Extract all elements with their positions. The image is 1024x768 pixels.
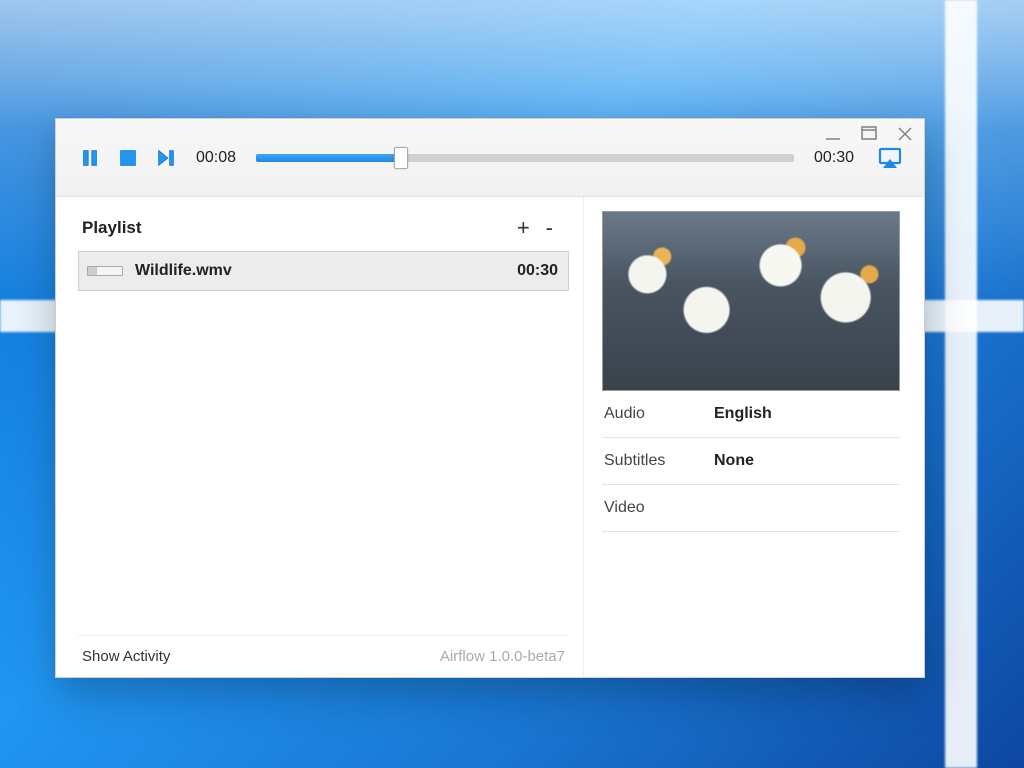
video-row[interactable]: Video <box>602 485 900 532</box>
show-activity-link[interactable]: Show Activity <box>82 648 170 665</box>
toolbar: 00:08 00:30 <box>56 119 924 197</box>
seek-track <box>256 154 794 162</box>
playlist-footer: Show Activity Airflow 1.0.0-beta7 <box>78 635 569 669</box>
playlist-item[interactable]: Wildlife.wmv 00:30 <box>78 251 569 291</box>
airplay-button[interactable] <box>876 144 904 172</box>
item-progress <box>87 266 123 276</box>
item-progress-fill <box>88 267 97 275</box>
item-duration: 00:30 <box>517 262 558 280</box>
video-label: Video <box>604 499 714 517</box>
pause-button[interactable] <box>76 144 104 172</box>
playlist-remove-button[interactable]: - <box>538 217 561 239</box>
stop-button[interactable] <box>114 144 142 172</box>
playlist-header: Playlist + - <box>78 211 569 245</box>
desktop-beam-vertical <box>945 0 977 768</box>
version-label: Airflow 1.0.0-beta7 <box>440 648 565 665</box>
total-time: 00:30 <box>808 149 860 167</box>
seek-slider[interactable] <box>256 148 794 168</box>
desktop-glow <box>0 0 1024 130</box>
playlist-add-button[interactable]: + <box>509 217 538 239</box>
window-controls <box>824 125 914 143</box>
video-preview <box>602 211 900 391</box>
subtitles-value: None <box>714 452 754 470</box>
close-icon[interactable] <box>896 125 914 143</box>
audio-value: English <box>714 405 772 423</box>
details-pane: Audio English Subtitles None Video <box>584 197 924 677</box>
body: Playlist + - Wildlife.wmv 00:30 Show Act… <box>56 197 924 677</box>
playlist-pane: Playlist + - Wildlife.wmv 00:30 Show Act… <box>56 197 584 677</box>
next-button[interactable] <box>152 144 180 172</box>
maximize-icon[interactable] <box>860 125 878 143</box>
playlist-title: Playlist <box>82 218 142 238</box>
subtitles-row[interactable]: Subtitles None <box>602 438 900 485</box>
audio-label: Audio <box>604 405 714 423</box>
item-name: Wildlife.wmv <box>135 262 232 280</box>
seek-fill <box>256 154 401 162</box>
current-time: 00:08 <box>190 149 242 167</box>
minimize-icon[interactable] <box>824 125 842 143</box>
audio-row[interactable]: Audio English <box>602 391 900 438</box>
seek-thumb[interactable] <box>394 147 408 169</box>
app-window: 00:08 00:30 Playlist + - <box>55 118 925 678</box>
subtitles-label: Subtitles <box>604 452 714 470</box>
